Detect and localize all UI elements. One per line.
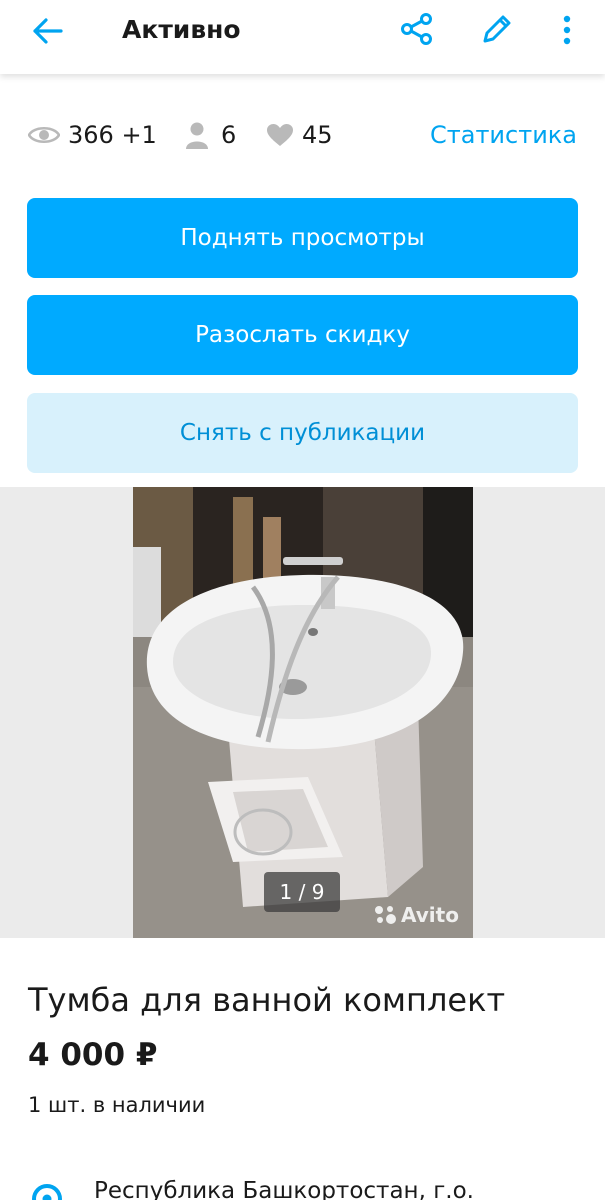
listing-stats: 366 +1 6 45 Статистика: [0, 110, 605, 160]
edit-icon[interactable]: [478, 10, 516, 48]
listing-title: Тумба для ванной комплект: [28, 981, 506, 1019]
location-row[interactable]: Республика Башкортостан, г.о.: [0, 1170, 605, 1200]
more-vertical-icon[interactable]: [552, 10, 582, 50]
contacts-count: 6: [221, 121, 237, 149]
boost-views-button[interactable]: Поднять просмотры: [27, 198, 578, 278]
listing-photo[interactable]: [133, 487, 473, 938]
page-title: Активно: [122, 15, 241, 44]
contacts-stat: 6: [185, 110, 236, 160]
statistics-link[interactable]: Статистика: [430, 110, 577, 160]
top-app-bar: Активно: [0, 0, 605, 74]
unpublish-button[interactable]: Снять с публикации: [27, 393, 578, 473]
share-icon[interactable]: [398, 10, 436, 48]
views-stat: 366 +1: [28, 110, 157, 160]
back-arrow-icon[interactable]: [30, 13, 66, 49]
stock-status: 1 шт. в наличии: [28, 1093, 206, 1117]
send-discount-button[interactable]: Разослать скидку: [27, 295, 578, 375]
heart-icon: [267, 124, 293, 146]
location-text: Республика Башкортостан, г.о.: [94, 1178, 474, 1200]
photo-gallery[interactable]: [0, 487, 605, 938]
eye-icon: [28, 126, 60, 144]
photo-counter: 1 / 9: [264, 872, 340, 912]
views-count: 366 +1: [68, 121, 157, 149]
watermark-logo: Avito: [372, 902, 459, 928]
location-pin-icon: [30, 1182, 64, 1200]
listing-price: 4 000 ₽: [28, 1037, 158, 1073]
person-icon: [186, 122, 208, 149]
favorites-count: 45: [302, 121, 333, 149]
favorites-stat: 45: [266, 110, 333, 160]
